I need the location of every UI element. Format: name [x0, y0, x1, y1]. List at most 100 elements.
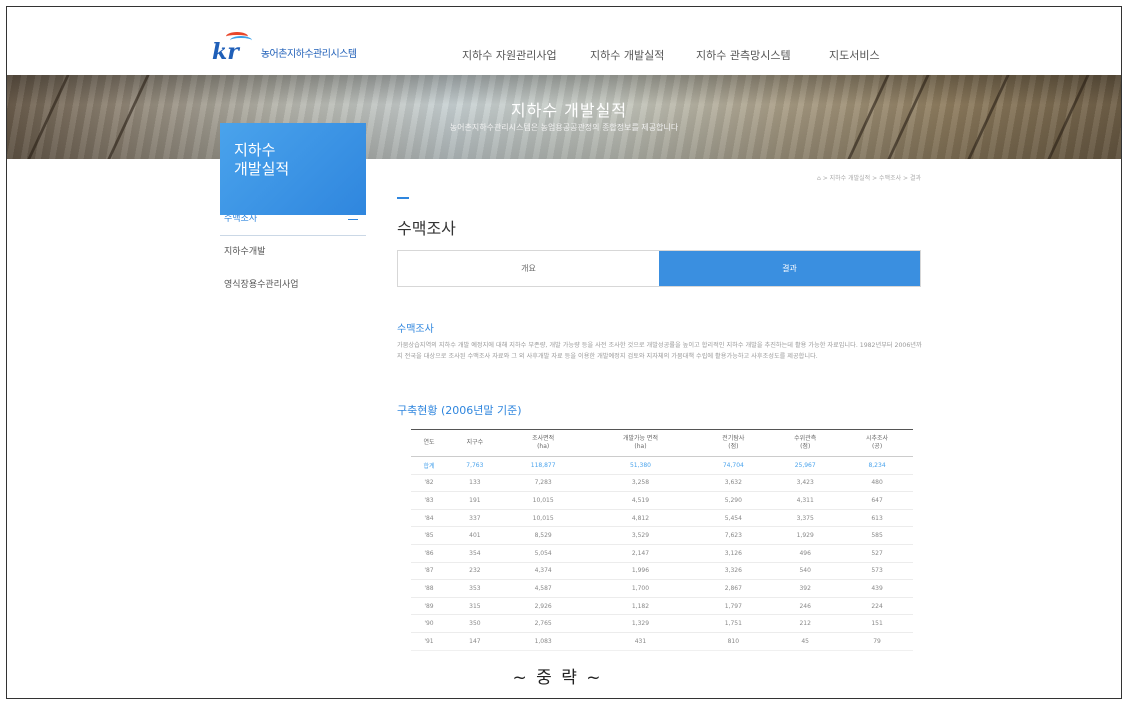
table-cell: 118,877: [502, 456, 584, 475]
nav-item-development-results[interactable]: 지하수 개발실적: [590, 47, 696, 63]
sidebar-item-label: 지하수개발: [224, 247, 266, 257]
table-row: '89 315 2,926 1,182 1,797 246 224: [411, 597, 913, 616]
table-cell: 5,454: [697, 509, 770, 528]
table-cell: 151: [841, 614, 913, 633]
table-cell: 1,929: [769, 526, 842, 545]
table-row: '83 191 10,015 4,519 5,290 4,311 647: [411, 491, 913, 510]
sidebar-item-groundwater-development[interactable]: 지하수개발: [220, 236, 366, 269]
table-header-row: 연도 지구수 조사면적 (ha) 개발가능 면적 (ha) 전기탐사 (점) 수…: [411, 429, 913, 457]
table-cell: 246: [769, 597, 842, 616]
banner-subtitle: 농어촌지하수관리시스템은 농업용공공관정의 종합정보를 제공합니다: [449, 123, 679, 132]
sidebar-item-water-management-project[interactable]: 영식장용수관리사업: [220, 269, 366, 302]
table-cell: 232: [446, 562, 503, 581]
table-cell: 51,380: [583, 456, 698, 475]
sidebar-item-label: 영식장용수관리사업: [224, 280, 299, 290]
table-cell: 2,926: [502, 597, 584, 616]
table-cell: 392: [769, 579, 842, 598]
table-cell: 3,326: [697, 562, 770, 581]
table-cell: 337: [446, 509, 503, 528]
table-cell: 1,182: [583, 597, 698, 616]
table-cell: '82: [411, 474, 447, 493]
nav-item-map-service[interactable]: 지도서비스: [829, 47, 919, 63]
logo-text: 농어촌지하수관리시스템: [260, 48, 357, 60]
table-body: 합계 7,763 118,877 51,380 74,704 25,967 8,…: [411, 456, 913, 651]
table-cell: 224: [841, 597, 913, 616]
table-cell: '89: [411, 597, 447, 616]
table-cell: 3,529: [583, 526, 698, 545]
table-cell: '87: [411, 562, 447, 581]
column-header: 개발가능 면적 (ha): [583, 429, 698, 457]
table-cell: 1,996: [583, 562, 698, 581]
table-cell: 480: [841, 474, 913, 493]
table-row: '86 354 5,054 2,147 3,126 496 527: [411, 544, 913, 563]
table-row: '85 401 8,529 3,529 7,623 1,929 585: [411, 526, 913, 545]
table-cell: 1,797: [697, 597, 770, 616]
table-cell: 647: [841, 491, 913, 510]
table-cell: 7,283: [502, 474, 584, 493]
table-cell: 1,329: [583, 614, 698, 633]
table-cell: 7,763: [446, 456, 503, 475]
table-cell: 496: [769, 544, 842, 563]
table-cell: 25,967: [769, 456, 842, 475]
table-row-total: 합계 7,763 118,877 51,380 74,704 25,967 8,…: [411, 456, 913, 475]
table-row: '88 353 4,587 1,700 2,867 392 439: [411, 579, 913, 598]
table-cell: '84: [411, 509, 447, 528]
banner-title: 지하수 개발실적: [510, 101, 628, 120]
nav-item-monitoring-system[interactable]: 지하수 관측망시스템: [696, 47, 829, 63]
table-cell: 212: [769, 614, 842, 633]
table-cell: 350: [446, 614, 503, 633]
table-cell: 3,375: [769, 509, 842, 528]
table-cell: 401: [446, 526, 503, 545]
table-cell: 3,126: [697, 544, 770, 563]
tab-results[interactable]: 결과: [659, 251, 920, 286]
table-cell: 354: [446, 544, 503, 563]
table-cell: 540: [769, 562, 842, 581]
table-cell: 8,529: [502, 526, 584, 545]
column-header: 지구수: [446, 429, 503, 457]
table-cell: 4,374: [502, 562, 584, 581]
hero-banner: 지하수 개발실적 농어촌지하수관리시스템은 농업용공공관정의 종합정보를 제공합…: [7, 75, 1121, 159]
table-cell: '83: [411, 491, 447, 510]
sidebar-title-line1: 지하수: [234, 141, 276, 159]
table-cell: 4,311: [769, 491, 842, 510]
omission-note: ~ 중 략 ~: [512, 668, 603, 688]
site-logo[interactable]: kr 농어촌지하수관리시스템: [212, 32, 357, 65]
collapse-icon: [348, 219, 358, 220]
table-cell: 3,258: [583, 474, 698, 493]
table-cell: 3,632: [697, 474, 770, 493]
table-cell: 4,812: [583, 509, 698, 528]
main-nav: 지하수 자원관리사업 지하수 개발실적 지하수 관측망시스템 지도서비스: [462, 47, 919, 63]
table-cell: 439: [841, 579, 913, 598]
table-cell: '85: [411, 526, 447, 545]
column-header: 시추조사 (공): [841, 429, 913, 457]
table-cell: 613: [841, 509, 913, 528]
breadcrumb[interactable]: ⌂ > 지하수 개발실적 > 수맥조사 > 결과: [817, 173, 921, 182]
column-header: 수위관측 (점): [769, 429, 842, 457]
table-row: '84 337 10,015 4,812 5,454 3,375 613: [411, 509, 913, 528]
table-cell: '86: [411, 544, 447, 563]
sidebar-title-line2: 개발실적: [234, 160, 290, 178]
table-cell: 315: [446, 597, 503, 616]
sidebar-item-label: 수맥조사: [224, 214, 258, 224]
kr-logo-icon: kr: [212, 32, 252, 65]
table-cell: 353: [446, 579, 503, 598]
top-header: kr 농어촌지하수관리시스템 지하수 자원관리사업 지하수 개발실적 지하수 관…: [7, 7, 1121, 75]
table-cell: 8,234: [841, 456, 913, 475]
table-cell: 2,867: [697, 579, 770, 598]
table-cell: 4,519: [583, 491, 698, 510]
table-cell: 74,704: [697, 456, 770, 475]
table-cell: 4,587: [502, 579, 584, 598]
table-cell: 527: [841, 544, 913, 563]
column-header: 연도: [411, 429, 447, 457]
table-cell: 2,147: [583, 544, 698, 563]
section-title: 수맥조사: [397, 324, 434, 335]
table-cell: 5,054: [502, 544, 584, 563]
nav-item-resource-management[interactable]: 지하수 자원관리사업: [462, 47, 590, 63]
table-cell: 2,765: [502, 614, 584, 633]
tab-overview[interactable]: 개요: [398, 251, 659, 286]
construction-status-table: 연도 지구수 조사면적 (ha) 개발가능 면적 (ha) 전기탐사 (점) 수…: [411, 429, 913, 651]
page-title: 수맥조사: [397, 219, 456, 238]
section-description: 가뭄상습지역의 지하수 개발 예정지에 대해 지하수 부존량, 개발 가능량 등…: [397, 342, 922, 360]
table-cell: 10,015: [502, 491, 584, 510]
sidebar-title: 지하수 개발실적: [220, 123, 366, 215]
